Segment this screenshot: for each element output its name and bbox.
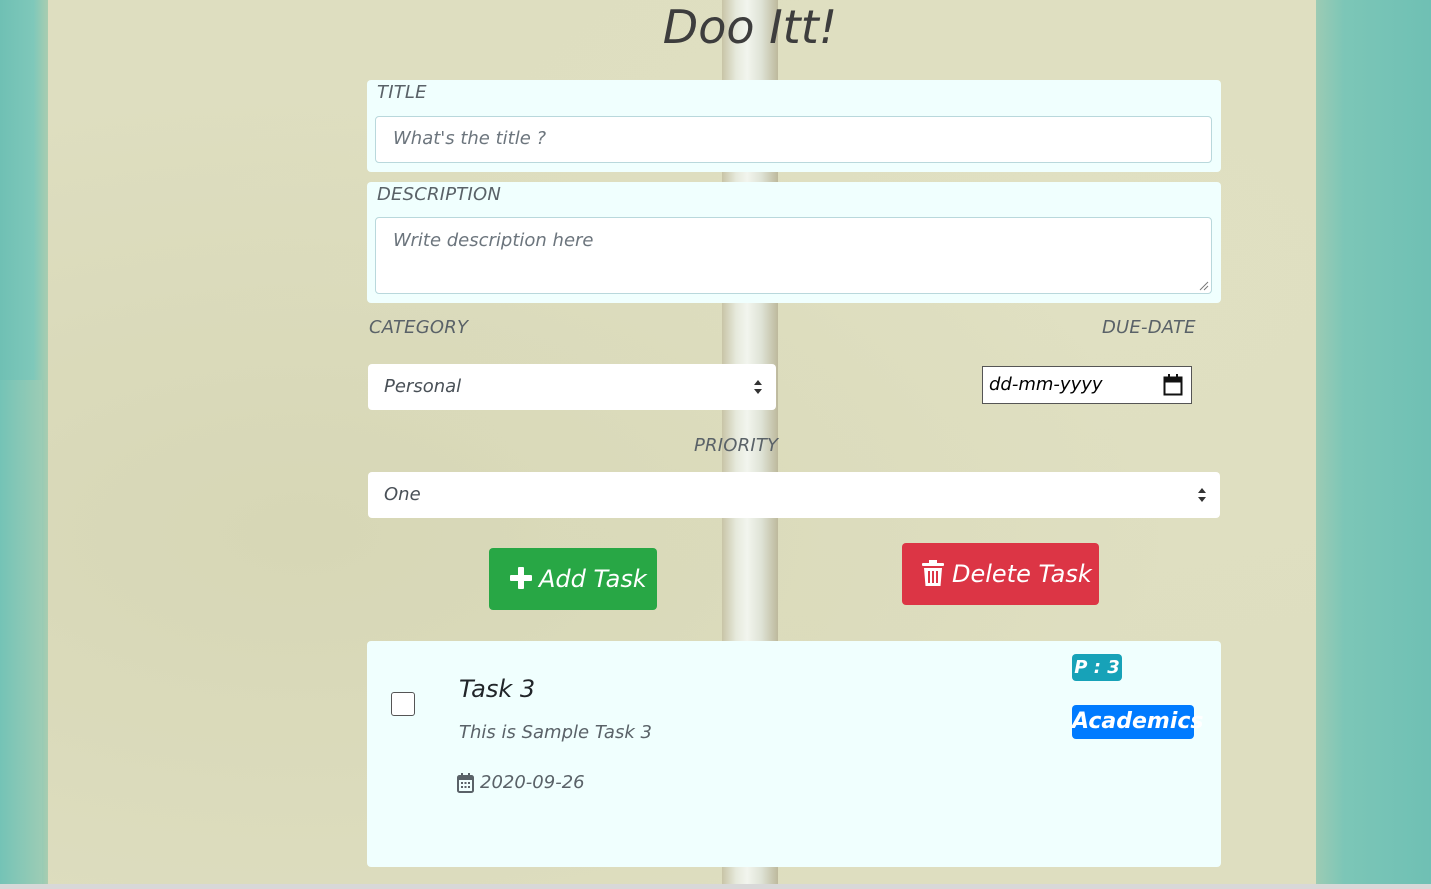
title-label: TITLE	[377, 82, 427, 103]
app-title: Doo Itt!	[662, 0, 838, 54]
bottom-strip	[0, 884, 1431, 889]
delete-task-button[interactable]: Delete Task	[902, 543, 1099, 605]
background-left-paint-lower	[0, 380, 42, 889]
category-select[interactable]: Personal	[368, 364, 776, 410]
resize-handle-icon[interactable]	[1199, 281, 1209, 291]
description-label: DESCRIPTION	[377, 184, 502, 205]
category-label: CATEGORY	[369, 317, 469, 338]
add-task-button[interactable]: Add Task	[489, 548, 657, 610]
category-badge: Academics	[1072, 705, 1204, 739]
description-textarea[interactable]: Write description here	[375, 217, 1212, 294]
task-card: Task 3 This is Sample Task 3 2020-09-26 …	[367, 641, 1221, 867]
background-right-paint	[1316, 0, 1431, 889]
category-select-value: Personal	[384, 376, 462, 397]
priority-select-value: One	[384, 484, 421, 505]
add-task-button-label: Add Task	[539, 565, 647, 593]
delete-task-button-label: Delete Task	[952, 560, 1092, 588]
priority-select[interactable]: One	[368, 472, 1220, 518]
title-input[interactable]: What's the title ?	[375, 116, 1212, 163]
title-panel: TITLE What's the title ?	[367, 80, 1221, 172]
calendar-picker-icon[interactable]	[1163, 374, 1183, 396]
duedate-placeholder: dd-mm-yyyy	[989, 374, 1103, 395]
duedate-input[interactable]: dd-mm-yyyy	[982, 366, 1192, 404]
plus-icon	[510, 567, 532, 589]
task-date: 2020-09-26	[480, 772, 585, 793]
duedate-label: DUE-DATE	[1102, 317, 1196, 338]
priority-badge: P : 3	[1072, 654, 1122, 681]
priority-label: PRIORITY	[694, 435, 779, 456]
title-input-placeholder: What's the title ?	[393, 128, 547, 149]
calendar-icon	[457, 773, 474, 793]
task-title: Task 3	[459, 675, 536, 703]
task-description: This is Sample Task 3	[459, 722, 652, 743]
description-textarea-placeholder: Write description here	[393, 230, 594, 251]
task-checkbox[interactable]	[391, 692, 415, 716]
trash-icon	[922, 560, 944, 586]
select-arrows-icon	[754, 380, 762, 394]
select-arrows-icon	[1198, 488, 1206, 502]
description-panel: DESCRIPTION Write description here	[367, 182, 1221, 303]
